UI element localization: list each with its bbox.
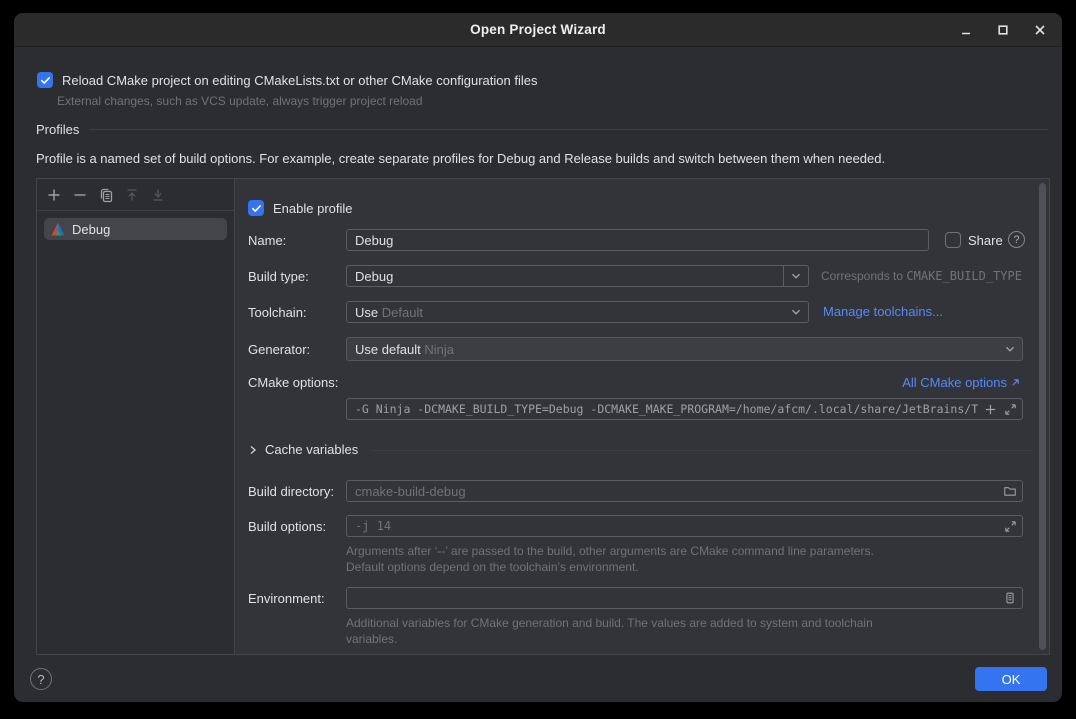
desktop-background: Open Project Wizard Reload CMake project… [0,0,1076,719]
minimize-button[interactable] [958,22,974,38]
chevron-down-icon[interactable] [784,302,808,322]
generator-select[interactable]: Use default Ninja [346,337,1023,361]
move-up-icon [124,187,140,203]
maximize-button[interactable] [995,22,1011,38]
cmake-options-field[interactable]: -G Ninja -DCMAKE_BUILD_TYPE=Debug -DCMAK… [346,398,1023,420]
plus-icon [46,187,62,203]
cache-variables-label: Cache variables [265,442,358,457]
profile-list-item-debug[interactable]: Debug [44,218,227,240]
move-down-icon [150,187,166,203]
cache-variables-toggle[interactable]: Cache variables [247,442,358,457]
reload-cmake-label: Reload CMake project on editing CMakeLis… [62,73,537,88]
profiles-header-label: Profiles [36,122,79,137]
generator-label: Generator: [248,342,310,357]
cmake-options-label: CMake options: [248,375,338,390]
toolchain-value-secondary: Default [382,305,423,320]
build-options-placeholder: -j 14 [347,519,1000,533]
generator-value-secondary: Ninja [424,342,454,357]
build-type-hint: Corresponds to CMAKE_BUILD_TYPE [821,269,1022,283]
profile-item-label: Debug [72,222,110,237]
profile-form: Enable profile Name: Share ? Build type:… [234,179,1049,654]
build-directory-placeholder: cmake-build-debug [347,484,1000,499]
section-divider [89,129,1048,130]
minimize-icon [959,23,973,37]
profiles-section-header: Profiles [36,122,1048,137]
help-button[interactable]: ? [30,668,52,690]
toolchain-select[interactable]: Use Default [346,301,809,323]
toolchain-value-primary: Use [355,305,378,320]
toolchain-label: Toolchain: [248,305,307,320]
chevron-right-icon [247,444,259,456]
build-directory-label: Build directory: [248,484,334,499]
build-options-hint-1: Arguments after ‘--’ are passed to the b… [346,544,874,558]
profiles-panel: Debug Enable profile Name: Share [36,178,1050,655]
name-label: Name: [248,233,286,248]
environment-hint-2: variables. [346,632,397,646]
environment-field[interactable] [346,587,1023,609]
profiles-description: Profile is a named set of build options.… [36,151,885,166]
build-options-field[interactable]: -j 14 [346,515,1023,537]
checkbox-checked-icon [37,72,53,88]
move-down-button[interactable] [150,187,166,203]
window-title: Open Project Wizard [470,22,606,37]
title-bar[interactable]: Open Project Wizard [14,13,1062,47]
checkbox-unchecked-icon [945,232,961,248]
build-directory-field[interactable]: cmake-build-debug [346,480,1023,502]
share-label: Share [968,233,1003,248]
profiles-list: Debug [37,179,235,654]
expand-field-icon[interactable] [1000,399,1020,419]
ok-button[interactable]: OK [975,667,1047,691]
open-project-wizard-dialog: Open Project Wizard Reload CMake project… [14,13,1062,702]
remove-profile-button[interactable] [72,187,88,203]
environment-label: Environment: [248,591,325,606]
vertical-scrollbar[interactable] [1039,183,1046,650]
cmake-options-value: -G Ninja -DCMAKE_BUILD_TYPE=Debug -DCMAK… [347,402,980,416]
generator-value-primary: Use default [355,342,421,357]
cache-variables-divider [370,450,1033,451]
share-checkbox[interactable]: Share [945,232,1003,248]
generator-value: Use default Ninja [347,342,998,357]
build-type-hint-prefix: Corresponds to [821,269,906,283]
move-up-button[interactable] [124,187,140,203]
copy-icon [98,187,114,203]
expand-field-icon[interactable] [1000,516,1020,536]
build-type-hint-code: CMAKE_BUILD_TYPE [906,269,1022,283]
manage-toolchains-link[interactable]: Manage toolchains... [823,304,943,319]
build-type-value: Debug [347,269,783,284]
name-input[interactable] [346,229,929,251]
close-icon [1033,23,1047,37]
build-options-hint-2: Default options depend on the toolchain’… [346,560,639,574]
build-type-label: Build type: [248,269,309,284]
all-cmake-options-link[interactable]: All CMake options [902,375,1021,390]
external-link-icon [1010,377,1021,388]
build-type-select[interactable]: Debug [346,265,809,287]
all-cmake-options-text: All CMake options [902,375,1007,390]
reload-cmake-hint: External changes, such as VCS update, al… [57,94,423,108]
environment-variables-icon[interactable] [1000,588,1020,608]
environment-hint-1: Additional variables for CMake generatio… [346,616,873,630]
close-button[interactable] [1032,22,1048,38]
reload-cmake-checkbox[interactable]: Reload CMake project on editing CMakeLis… [37,72,537,88]
add-option-icon[interactable] [980,399,1000,419]
folder-icon[interactable] [1000,481,1020,501]
share-help-icon[interactable]: ? [1008,231,1025,248]
maximize-icon [996,23,1010,37]
copy-profile-button[interactable] [98,187,114,203]
add-profile-button[interactable] [46,187,62,203]
build-options-label: Build options: [248,519,326,534]
minus-icon [72,187,88,203]
profiles-toolbar [37,179,234,211]
enable-profile-label: Enable profile [273,201,353,216]
chevron-down-icon[interactable] [998,338,1022,360]
chevron-down-icon[interactable] [783,266,808,286]
enable-profile-checkbox[interactable]: Enable profile [248,200,353,216]
toolchain-value: Use Default [347,305,784,320]
checkbox-checked-icon [248,200,264,216]
cmake-icon [50,221,66,237]
